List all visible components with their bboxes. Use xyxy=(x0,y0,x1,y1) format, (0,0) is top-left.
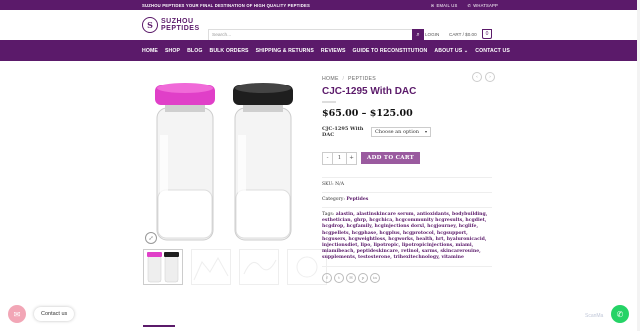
nav-guide[interactable]: GUIDE TO RECONSTITUTION xyxy=(353,48,428,54)
scan-label: ScanMa xyxy=(585,313,604,319)
whatsapp-link[interactable]: ✆ WHATSAPP xyxy=(467,3,498,8)
breadcrumb: HOME / PEPTIDES xyxy=(322,76,377,82)
logo-line1: SUZHOU xyxy=(161,18,194,25)
chevron-down-icon: ▾ xyxy=(424,129,427,134)
nav-reviews[interactable]: REVIEWS xyxy=(321,48,346,54)
facebook-icon[interactable]: f xyxy=(322,272,332,283)
variation-label: CJC-1295 With DAC xyxy=(322,125,364,138)
tags-row: Tags: alastin, alastinskincare serum, an… xyxy=(322,211,488,261)
zoom-icon[interactable]: ⤢ xyxy=(145,232,157,244)
thumbnail-2[interactable] xyxy=(191,249,231,285)
category-link[interactable]: Peptides xyxy=(346,197,368,202)
nav-home[interactable]: HOME xyxy=(142,48,158,54)
sku-row: SKU: N/A xyxy=(322,181,345,187)
thumbnail-vials[interactable] xyxy=(143,249,183,285)
qty-input[interactable]: 1 xyxy=(332,152,347,164)
whatsapp-icon: ✆ xyxy=(467,2,472,8)
contact-label[interactable]: Contact us xyxy=(34,307,75,321)
cart-link[interactable]: CART / $0.00 xyxy=(449,32,477,37)
thumbnail-3[interactable] xyxy=(239,249,279,285)
product-main-image[interactable] xyxy=(143,80,303,245)
thumb-vials-image xyxy=(147,252,179,283)
envelope-icon: ✉ xyxy=(430,2,435,8)
quantity-stepper: - 1 + xyxy=(322,151,357,165)
share-icons: f t ✉ p in xyxy=(322,272,492,283)
product-thumbnails xyxy=(143,249,327,285)
product-title: CJC-1295 With DAC xyxy=(322,86,417,97)
title-divider xyxy=(322,101,336,103)
login-link[interactable]: LOGIN xyxy=(425,32,439,37)
pinterest-icon[interactable]: p xyxy=(358,272,368,283)
vials-image xyxy=(155,83,293,241)
thumbnail-4[interactable] xyxy=(287,249,327,285)
site-logo[interactable]: S SUZHOU PEPTIDES xyxy=(142,17,205,33)
search-icon: ⌕ xyxy=(416,31,420,38)
nav-bulk-orders[interactable]: BULK ORDERS xyxy=(209,48,248,54)
category-row: Category: Peptides xyxy=(322,196,369,202)
logo-icon: S xyxy=(142,17,158,33)
description-tab-indicator[interactable] xyxy=(143,325,175,327)
whatsapp-float-icon[interactable]: ✆ xyxy=(611,305,629,323)
nav-contact-us[interactable]: CONTACT US xyxy=(475,48,510,54)
breadcrumb-home[interactable]: HOME xyxy=(322,76,339,82)
add-to-cart-row: - 1 + ADD TO CART xyxy=(322,151,492,165)
variation-row: CJC-1295 With DAC Choose an option ▾ xyxy=(322,126,492,138)
qty-minus-button[interactable]: - xyxy=(323,153,332,164)
tags-links[interactable]: alastin, alastinskincare serum, antioxid… xyxy=(322,212,487,260)
product-summary: HOME / PEPTIDES CJC-1295 With DAC $65.00… xyxy=(322,76,492,283)
breadcrumb-peptides[interactable]: PEPTIDES xyxy=(348,76,376,82)
qty-plus-button[interactable]: + xyxy=(347,153,356,164)
top-bar: SUZHOU PEPTIDES YOUR FINAL DESTINATION O… xyxy=(0,0,640,10)
product-meta: SKU: N/A Category: Peptides Tags: alasti… xyxy=(322,176,492,267)
nav-shipping-returns[interactable]: SHIPPING & RETURNS xyxy=(256,48,314,54)
logo-line2: PEPTIDES xyxy=(161,25,200,32)
chat-icon[interactable]: ✉ xyxy=(8,305,26,323)
product-price: $65.00 – $125.00 xyxy=(322,107,413,119)
email-icon[interactable]: ✉ xyxy=(346,272,356,283)
main-nav: HOME SHOP BLOG BULK ORDERS SHIPPING & RE… xyxy=(0,40,640,61)
cart-count-icon[interactable]: 0 xyxy=(482,29,492,39)
thumb-4-image xyxy=(296,256,318,278)
email-link[interactable]: ✉ EMAIL US xyxy=(431,3,458,8)
add-to-cart-button[interactable]: ADD TO CART xyxy=(361,152,421,164)
thumb-3-image xyxy=(243,259,277,275)
nav-shop[interactable]: SHOP xyxy=(165,48,180,54)
site-header: S SUZHOU PEPTIDES Search... ⌕ LOGIN CART… xyxy=(0,10,640,41)
thumb-2-image xyxy=(193,256,229,281)
variation-select[interactable]: Choose an option ▾ xyxy=(371,126,431,137)
contact-widget[interactable]: ✉ Contact us xyxy=(8,305,75,323)
tagline: SUZHOU PEPTIDES YOUR FINAL DESTINATION O… xyxy=(142,2,310,8)
twitter-icon[interactable]: t xyxy=(334,272,344,283)
linkedin-icon[interactable]: in xyxy=(370,272,380,283)
nav-blog[interactable]: BLOG xyxy=(187,48,202,54)
nav-about-us[interactable]: ABOUT US ⌄ xyxy=(434,48,468,54)
